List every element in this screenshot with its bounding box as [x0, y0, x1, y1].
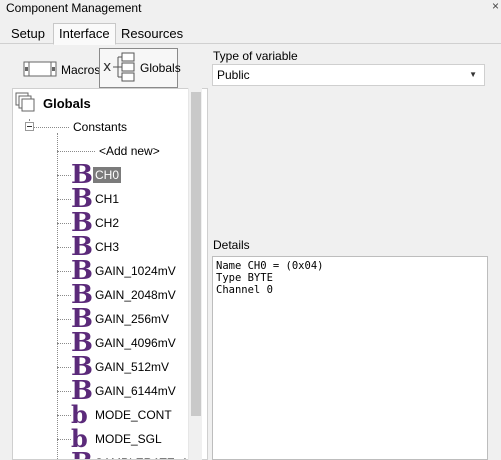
- scrollbar-thumb[interactable]: [191, 92, 201, 416]
- tree-line: [57, 319, 71, 320]
- type-of-variable-value: Public: [217, 68, 250, 82]
- tree-item-label: GAIN_4096mV: [95, 336, 176, 350]
- tree-item-label: MODE_CONT: [95, 408, 172, 422]
- tree-line: [57, 247, 71, 248]
- tree-line: [33, 127, 69, 128]
- details-label: Details: [213, 238, 250, 252]
- globals-label: Globals: [140, 61, 181, 75]
- tree-line: [57, 199, 71, 200]
- close-icon[interactable]: ×: [492, 0, 499, 13]
- tree-line: [57, 367, 71, 368]
- tree-item-label: GAIN_6144mV: [95, 384, 176, 398]
- tree-line: [57, 271, 71, 272]
- tree-line: [57, 295, 71, 296]
- tree-item-label: GAIN_256mV: [95, 312, 170, 326]
- tree-scrollbar[interactable]: [188, 88, 202, 460]
- globals-button[interactable]: x Globals: [99, 48, 181, 88]
- tab-setup[interactable]: Setup: [6, 25, 50, 44]
- macro-bar-icon: [23, 58, 57, 83]
- tree-line: [57, 415, 71, 416]
- byte-icon: B: [71, 450, 93, 459]
- tree-line: [57, 175, 71, 176]
- tree-root-globals[interactable]: Globals: [15, 92, 91, 115]
- window-title: Component Management: [6, 1, 142, 15]
- tree-item-label: GAIN_512mV: [95, 360, 170, 374]
- macros-button[interactable]: Macros: [22, 50, 100, 90]
- globals-stack-icon: [15, 92, 37, 115]
- globals-tree[interactable]: Globals Constants <Add new> B CH0 B CH1 B CH2…: [12, 88, 208, 460]
- chevron-down-icon: ▼: [469, 70, 477, 79]
- tree-item-label: CH1: [95, 192, 120, 206]
- tree-line: [57, 151, 95, 152]
- tree-line: [57, 223, 71, 224]
- type-of-variable-select[interactable]: Public ▼: [212, 64, 485, 86]
- tree-item-label: CH3: [95, 240, 120, 254]
- tree-line: [57, 439, 71, 440]
- tree-item-label: CH2: [95, 216, 120, 230]
- svg-text:x: x: [103, 59, 111, 75]
- collapse-icon[interactable]: [25, 122, 34, 131]
- tree-root-label: Globals: [43, 95, 91, 111]
- type-of-variable-label: Type of variable: [213, 49, 298, 63]
- tree-item[interactable]: BSAMPLERATE_1: [71, 450, 190, 459]
- globals-icon: x: [102, 51, 136, 86]
- title-bar: Component Management ×: [0, 0, 501, 18]
- add-new-label: <Add new>: [99, 144, 160, 158]
- tree-item-label: CH0: [93, 167, 122, 183]
- tree-line: [57, 391, 71, 392]
- tree-item-label: GAIN_2048mV: [95, 288, 176, 302]
- tab-strip: Setup Interface Resources: [0, 22, 501, 45]
- tree-item-label: GAIN_1024mV: [95, 264, 176, 278]
- tree-group-label: Constants: [73, 120, 128, 134]
- tree-item-label: MODE_SGL: [95, 432, 162, 446]
- tree-line: [57, 343, 71, 344]
- tab-interface[interactable]: Interface: [53, 23, 116, 45]
- tree-group-constants[interactable]: Constants: [71, 115, 129, 139]
- details-textbox[interactable]: Name CH0 = (0x04) Type BYTE Channel 0: [212, 256, 488, 460]
- macros-label: Macros: [61, 63, 101, 77]
- add-new-item[interactable]: <Add new>: [97, 139, 162, 163]
- component-management-window: Component Management × Setup Interface R…: [0, 0, 501, 460]
- tree-item-label: SAMPLERATE_1: [93, 455, 190, 459]
- tab-resources[interactable]: Resources: [116, 25, 188, 44]
- tree-line: [57, 133, 58, 459]
